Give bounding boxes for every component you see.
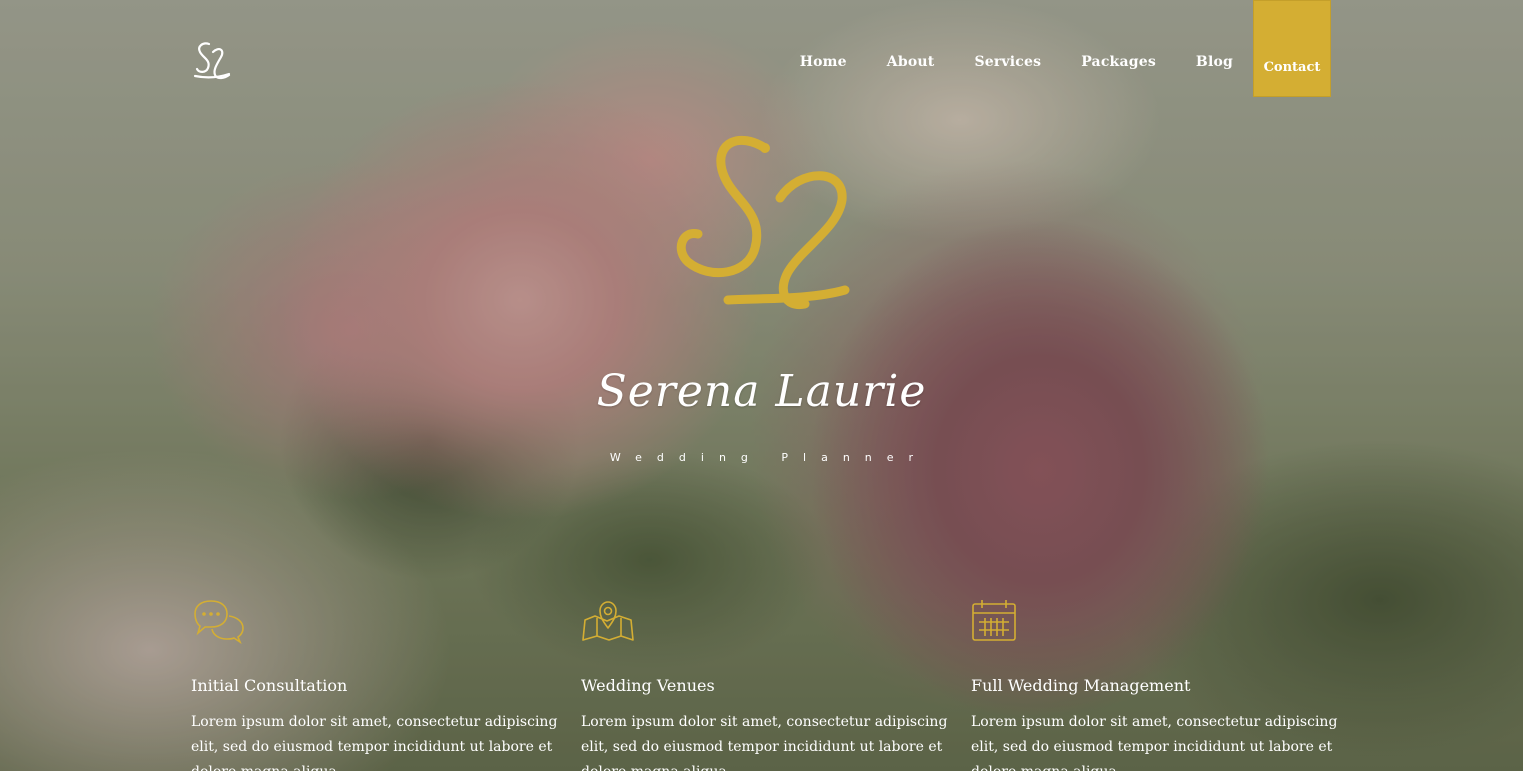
nav-blog[interactable]: Blog — [1176, 54, 1253, 70]
map-pin-icon — [582, 601, 634, 641]
features-section: Initial Consultation Lorem ipsum dolor s… — [191, 598, 1341, 771]
brand-tagline: Wedding Planner — [609, 451, 929, 464]
logo-icon[interactable] — [191, 40, 233, 82]
feature-management: Full Wedding Management Lorem ipsum dolo… — [971, 598, 1337, 771]
feature-title: Wedding Venues — [581, 676, 715, 695]
brand-name: Serena Laurie — [596, 366, 927, 417]
feature-title: Initial Consultation — [191, 676, 348, 695]
calendar-icon — [972, 600, 1016, 641]
nav-contact-button[interactable]: Contact — [1253, 0, 1331, 97]
feature-description: Lorem ipsum dolor sit amet, consectetur … — [191, 714, 558, 771]
sl-monogram-icon — [676, 135, 850, 310]
main-nav: Home About Services Packages Blog Contac… — [780, 0, 1331, 97]
nav-home[interactable]: Home — [780, 54, 867, 70]
feature-description: Lorem ipsum dolor sit amet, consectetur … — [971, 714, 1338, 771]
nav-packages[interactable]: Packages — [1061, 54, 1176, 70]
feature-venues: Wedding Venues Lorem ipsum dolor sit ame… — [581, 598, 947, 771]
nav-services[interactable]: Services — [954, 54, 1061, 70]
chat-bubbles-icon — [194, 600, 244, 644]
feature-title: Full Wedding Management — [971, 676, 1191, 695]
nav-about[interactable]: About — [867, 54, 955, 70]
feature-description: Lorem ipsum dolor sit amet, consectetur … — [581, 714, 948, 771]
feature-consultation: Initial Consultation Lorem ipsum dolor s… — [191, 598, 557, 771]
